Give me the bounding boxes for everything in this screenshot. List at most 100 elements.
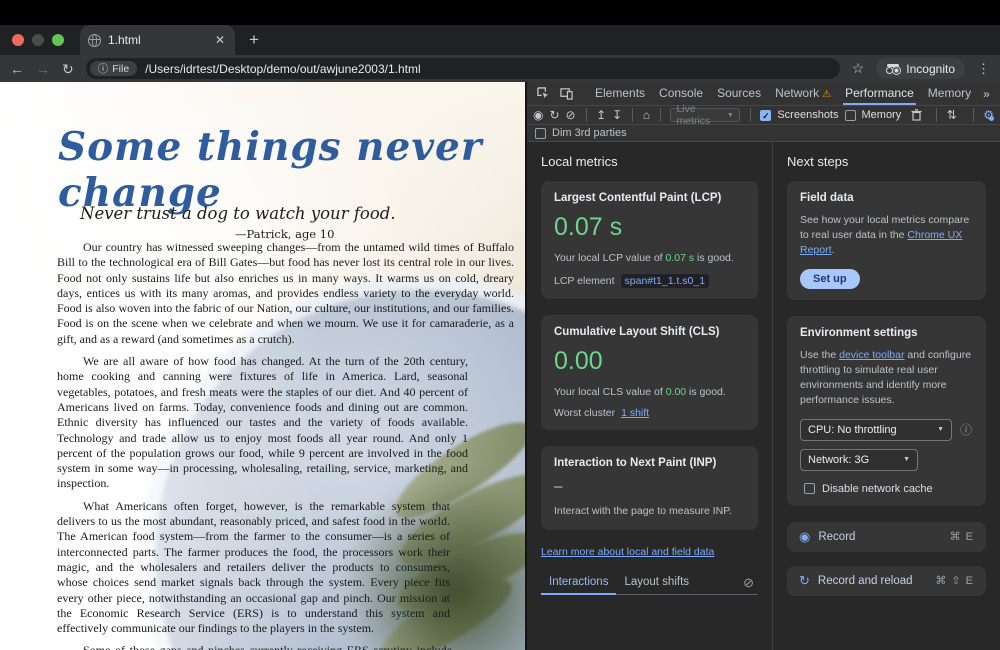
zoom-window-button[interactable] <box>52 34 64 46</box>
log-tabs: Interactions Layout shifts ⊘ <box>541 572 758 595</box>
field-data-title: Field data <box>800 192 973 204</box>
lcp-card: Largest Contentful Paint (LCP) 0.07 s Yo… <box>541 181 758 299</box>
clear-icon[interactable]: ⊘ <box>566 109 576 121</box>
live-metrics-dropdown[interactable]: Live metrics ▼ <box>670 108 739 122</box>
lcp-title: Largest Contentful Paint (LCP) <box>554 192 745 204</box>
next-steps-heading: Next steps <box>787 154 986 169</box>
paragraph: Our country has witnessed sweeping chang… <box>57 240 514 347</box>
device-toolbar-icon[interactable] <box>556 87 577 100</box>
info-icon: ⓘ <box>98 61 109 76</box>
webpage-viewport: Some things never change Never trust a d… <box>0 82 525 650</box>
network-throttling-select[interactable]: Network: 3G ▼ <box>800 449 918 471</box>
lcp-element-label: LCP element <box>554 275 615 287</box>
reload-icon[interactable]: ↻ <box>62 62 74 76</box>
tab-memory[interactable]: Memory <box>922 83 977 104</box>
article-body: Our country has witnessed sweeping chang… <box>57 240 514 650</box>
set-up-button[interactable]: Set up <box>800 269 860 289</box>
window-controls <box>0 34 74 46</box>
incognito-icon <box>886 64 900 74</box>
record-reload-icon[interactable]: ↻ <box>549 109 559 121</box>
paragraph: What Americans often forget, however, is… <box>57 499 450 637</box>
lcp-value: 0.07 s <box>554 213 745 242</box>
memory-label: Memory <box>862 109 902 121</box>
article-title: Some things never change <box>58 124 498 216</box>
record-and-reload-button[interactable]: ↻ Record and reload ⌘ ⇧ E <box>787 566 986 596</box>
cpu-throttling-select[interactable]: CPU: No throttling ▼ <box>800 419 952 441</box>
local-metrics-heading: Local metrics <box>541 154 758 169</box>
more-tabs-icon[interactable]: » <box>979 88 994 100</box>
tab-network[interactable]: Network⚠ <box>769 83 837 104</box>
chevron-down-icon: ▼ <box>903 456 910 463</box>
disable-cache-checkbox[interactable] <box>804 483 815 494</box>
disable-cache-label: Disable network cache <box>822 483 933 495</box>
inp-card: Interaction to Next Paint (INP) – Intera… <box>541 446 758 530</box>
epigraph-attribution: —Patrick, age 10 <box>235 227 396 241</box>
dim-row: Dim 3rd parties <box>527 125 1000 142</box>
dim-3rd-parties-label: Dim 3rd parties <box>552 127 627 139</box>
next-steps-column: Next steps Field data See how your local… <box>773 142 1000 650</box>
tab-title: 1.html <box>108 33 206 47</box>
paragraph: We are all aware of how food has changed… <box>57 354 468 492</box>
minimize-window-button[interactable] <box>32 34 44 46</box>
tab-console[interactable]: Console <box>653 83 709 104</box>
tab-layout-shifts[interactable]: Layout shifts <box>616 572 697 594</box>
cls-card: Cumulative Layout Shift (CLS) 0.00 Your … <box>541 315 758 431</box>
learn-more-link[interactable]: Learn more about local and field data <box>541 546 758 558</box>
devtools-panel: Elements Console Sources Network⚠ Perfor… <box>525 82 1000 650</box>
file-scheme-chip[interactable]: ⓘ File <box>90 61 137 76</box>
local-metrics-column: Local metrics Largest Contentful Paint (… <box>527 142 773 650</box>
live-metrics-label: Live metrics <box>676 103 722 127</box>
record-button[interactable]: ◉ Record ⌘ E <box>787 522 986 552</box>
collect-garbage-icon[interactable] <box>907 109 926 121</box>
inspect-element-icon[interactable] <box>533 87 554 100</box>
url-box[interactable]: ⓘ File /Users/idrtest/Desktop/demo/out/a… <box>86 58 840 79</box>
devtools-tab-bar: Elements Console Sources Network⚠ Perfor… <box>527 82 1000 106</box>
tab-elements[interactable]: Elements <box>589 83 651 104</box>
inp-value: – <box>554 478 745 495</box>
file-chip-label: File <box>112 63 129 75</box>
capture-settings-gear-icon[interactable]: ⚙ <box>983 109 994 121</box>
lcp-description: Your local LCP value of 0.07 s is good. <box>554 251 745 266</box>
download-profile-icon[interactable]: ↧ <box>612 109 622 121</box>
record-icon[interactable]: ◉ <box>533 109 543 121</box>
worst-cluster-link[interactable]: 1 shift <box>621 407 649 419</box>
cpu-info-icon[interactable]: ⓘ <box>960 421 972 438</box>
browser-menu-icon[interactable]: ⋮ <box>977 61 990 77</box>
worst-cluster-label: Worst cluster <box>554 407 615 419</box>
lcp-element-link[interactable]: span#t1_1.t.s0_1 <box>621 274 710 288</box>
cls-title: Cumulative Layout Shift (CLS) <box>554 326 745 338</box>
tab-performance[interactable]: Performance <box>839 83 920 104</box>
tab-sources[interactable]: Sources <box>711 83 767 104</box>
dim-3rd-parties-checkbox[interactable] <box>535 128 546 139</box>
upload-profile-icon[interactable]: ↥ <box>596 109 606 121</box>
network-warning-icon: ⚠ <box>822 89 831 100</box>
epigraph: Never trust a dog to watch your food. —P… <box>80 204 396 241</box>
home-icon[interactable]: ⌂ <box>643 109 650 121</box>
close-window-button[interactable] <box>12 34 24 46</box>
record-reload-icon: ↻ <box>799 573 810 589</box>
bookmark-star-icon[interactable]: ☆ <box>852 60 865 77</box>
field-data-card: Field data See how your local metrics co… <box>787 181 986 300</box>
cpu-row: CPU: No throttling ▼ ⓘ <box>800 419 973 449</box>
screenshots-label: Screenshots <box>777 109 838 121</box>
device-toolbar-link[interactable]: device toolbar <box>839 349 904 361</box>
globe-favicon <box>88 34 101 47</box>
new-tab-button[interactable]: + <box>249 30 259 50</box>
cls-description: Your local CLS value of 0.00 is good. <box>554 385 745 400</box>
memory-checkbox[interactable] <box>845 110 856 121</box>
split-view-icon[interactable]: ⇅ <box>947 109 957 121</box>
cache-row: Disable network cache <box>800 483 973 495</box>
tab-interactions[interactable]: Interactions <box>541 572 616 594</box>
performance-toolbar: ◉ ↻ ⊘ ↥ ↧ ⌂ Live metrics ▼ ✓ Screenshots… <box>527 106 1000 125</box>
chevron-down-icon: ▼ <box>727 112 734 119</box>
back-icon[interactable]: ← <box>10 62 24 76</box>
url-text[interactable]: /Users/idrtest/Desktop/demo/out/awjune20… <box>145 62 420 76</box>
environment-title: Environment settings <box>800 327 973 339</box>
browser-tab-strip: 1.html ✕ + ∨ <box>0 25 1000 55</box>
clear-log-icon[interactable]: ⊘ <box>743 575 758 591</box>
forward-icon[interactable]: → <box>36 62 50 76</box>
tab-close-icon[interactable]: ✕ <box>213 33 227 47</box>
screenshots-checkbox[interactable]: ✓ <box>760 110 771 121</box>
inp-description: Interact with the page to measure INP. <box>554 504 745 519</box>
browser-tab[interactable]: 1.html ✕ <box>80 25 235 55</box>
